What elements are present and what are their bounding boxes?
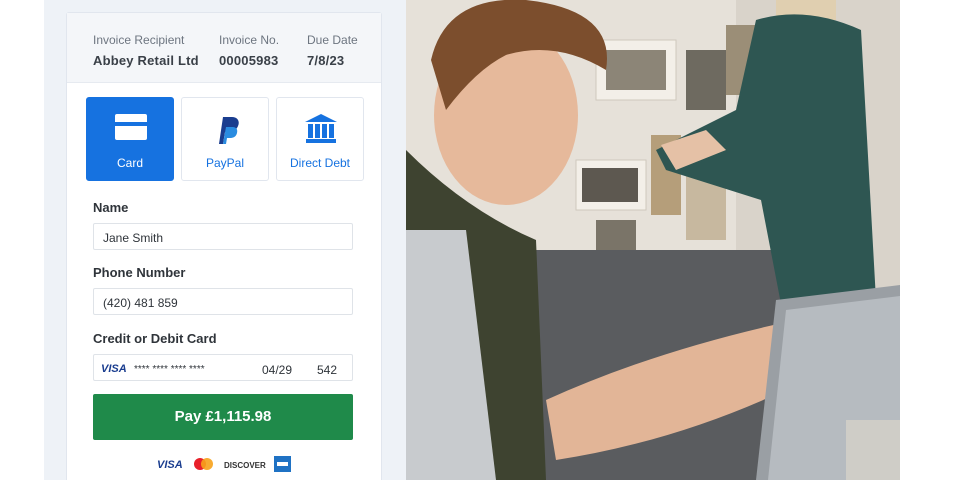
due-date: Due Date 7/8/23	[307, 33, 358, 68]
name-label: Name	[93, 200, 129, 215]
invoice-recipient-value: Abbey Retail Ltd	[93, 53, 199, 68]
mastercard-icon	[194, 458, 213, 470]
phone-label: Phone Number	[93, 265, 186, 280]
payment-method-card-label: Card	[116, 156, 143, 170]
bank-icon	[305, 114, 337, 143]
page-margin-left	[0, 0, 44, 480]
amex-icon	[274, 456, 291, 472]
page-margin-right	[900, 0, 978, 480]
card-number: **** **** **** ****	[134, 364, 205, 375]
visa-logo: VISA	[157, 459, 183, 471]
discover-logo: DISCOVER	[224, 461, 266, 470]
invoice-number-label: Invoice No.	[219, 33, 280, 47]
invoice-recipient: Invoice Recipient Abbey Retail Ltd	[93, 33, 199, 68]
card-icon	[115, 114, 147, 140]
invoice-number-value: 00005983	[219, 53, 279, 68]
invoice-summary: Invoice Recipient Abbey Retail Ltd Invoi…	[67, 13, 381, 83]
card-field[interactable]: VISA **** **** **** **** 04/29 542	[93, 354, 353, 381]
payment-method-card[interactable]: Card	[86, 97, 174, 181]
name-field[interactable]: Jane Smith	[93, 223, 353, 250]
invoice-number: Invoice No. 00005983	[219, 33, 279, 68]
pay-button[interactable]: Pay £1,115.98	[93, 394, 353, 440]
paypal-icon	[219, 117, 239, 144]
payment-panel: Invoice Recipient Abbey Retail Ltd Invoi…	[66, 12, 382, 480]
card-brand: VISA	[101, 363, 127, 375]
payment-method-paypal-label: PayPal	[205, 156, 245, 170]
payment-method-paypal[interactable]: PayPal	[181, 97, 269, 181]
payment-method-direct-debit[interactable]: Direct Debt	[276, 97, 364, 181]
photo-man-on-laptop-icon	[406, 0, 900, 480]
payment-method-selector: Card PayPal Direct Debt	[86, 97, 364, 181]
invoice-recipient-label: Invoice Recipient	[93, 33, 185, 47]
card-cvc: 542	[317, 363, 338, 377]
due-date-value: 7/8/23	[307, 53, 345, 68]
card-label: Credit or Debit Card	[93, 331, 217, 346]
accepted-cards: VISA DISCOVER	[157, 456, 291, 472]
card-expiry: 04/29	[262, 363, 293, 377]
payment-method-direct-debit-label: Direct Debt	[289, 156, 351, 170]
hero-photo	[406, 0, 900, 480]
due-date-label: Due Date	[307, 33, 358, 47]
phone-field[interactable]: (420) 481 859	[93, 288, 353, 315]
